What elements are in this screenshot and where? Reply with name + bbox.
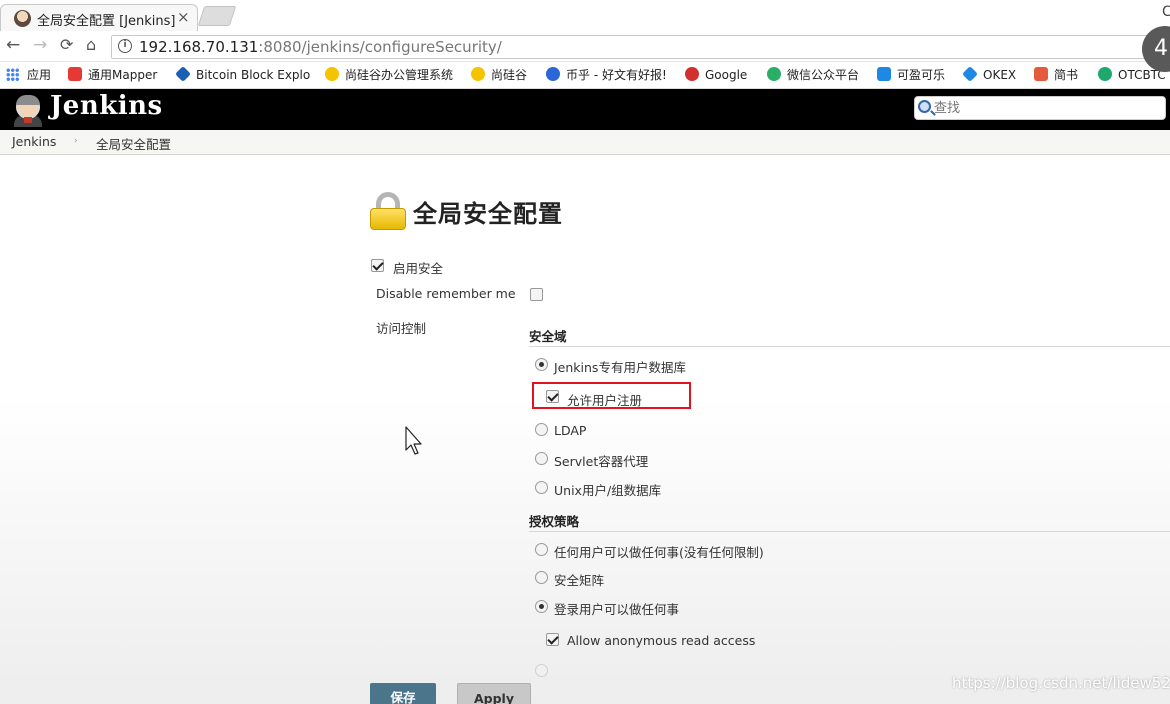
realm-jenkins-db-label: Jenkins专有用户数据库 xyxy=(554,360,686,375)
realm-unix-label: Unix用户/组数据库 xyxy=(554,483,662,498)
disable-remember-me-label: Disable remember me xyxy=(376,286,516,301)
disable-remember-me-checkbox[interactable] xyxy=(530,288,543,301)
apps-grid-icon xyxy=(6,68,19,81)
atguigu-icon xyxy=(471,67,485,81)
otcbtc-icon xyxy=(1098,67,1112,81)
bookmark-item[interactable]: Google xyxy=(685,67,747,83)
page-title: 全局安全配置 xyxy=(413,200,563,228)
tab-title: 全局安全配置 [Jenkins] xyxy=(37,14,176,29)
mapper-icon xyxy=(68,67,82,81)
mouse-cursor-icon xyxy=(405,426,422,455)
address-url: 192.168.70.131:8080/jenkins/configureSec… xyxy=(139,38,502,56)
bihu-icon xyxy=(546,67,560,81)
browser-toolbar: ← → ⟳ ⌂ i 192.168.70.131:8080/jenkins/co… xyxy=(0,31,1170,62)
allow-anonymous-read-label: Allow anonymous read access xyxy=(567,633,756,648)
jenkins-favicon-icon xyxy=(14,10,31,27)
search-input[interactable] xyxy=(934,99,1159,117)
new-tab-button[interactable] xyxy=(197,6,237,26)
atguigu-icon xyxy=(325,67,339,81)
bookmarks-bar: 应用 通用Mapper Bitcoin Block Explo 尚硅谷办公管理系… xyxy=(0,62,1170,89)
realm-servlet-radio[interactable] xyxy=(535,452,548,465)
apply-button[interactable]: Apply xyxy=(457,683,531,704)
browser-tab-strip: 全局安全配置 [Jenkins] × C xyxy=(0,0,1170,31)
section-divider xyxy=(529,346,1170,347)
padlock-icon xyxy=(370,192,406,230)
main-content: 全局安全配置 启用安全 Disable remember me 访问控制 安全域… xyxy=(0,156,1170,704)
browser-tab[interactable]: 全局安全配置 [Jenkins] × xyxy=(0,4,198,31)
watermark: https://blog.csdn.net/lidew521 xyxy=(952,674,1170,692)
access-control-label: 访问控制 xyxy=(376,321,427,336)
bookmark-item[interactable]: 尚硅谷办公管理系统 xyxy=(325,67,453,83)
bookmark-item[interactable]: 尚硅谷 xyxy=(471,67,527,83)
home-icon[interactable]: ⌂ xyxy=(86,36,96,54)
jianshu-icon xyxy=(1034,67,1048,81)
breadcrumb-separator-icon: › xyxy=(74,136,78,146)
realm-servlet-label: Servlet容器代理 xyxy=(554,454,649,469)
realm-unix-radio[interactable] xyxy=(535,481,548,494)
bookmark-item[interactable]: 简书 xyxy=(1034,67,1078,83)
google-icon xyxy=(685,67,699,81)
bookmark-item[interactable]: 通用Mapper xyxy=(68,67,157,83)
auth-anyone-radio[interactable] xyxy=(535,543,548,556)
bitcoin-explorer-icon xyxy=(175,66,191,82)
jenkins-header: Jenkins xyxy=(0,89,1170,130)
section-divider xyxy=(529,531,1170,532)
close-tab-icon[interactable]: × xyxy=(177,8,190,26)
realm-ldap-radio[interactable] xyxy=(535,423,548,436)
back-arrow-icon[interactable]: ← xyxy=(6,36,20,54)
site-info-icon[interactable]: i xyxy=(118,39,132,53)
auth-anyone-label: 任何用户可以做任何事(没有任何限制) xyxy=(554,545,764,560)
search-icon xyxy=(918,100,931,113)
jenkins-logo-text[interactable]: Jenkins xyxy=(50,91,163,121)
bookmark-item[interactable]: OKEX xyxy=(962,66,1016,83)
address-bar[interactable]: i 192.168.70.131:8080/jenkins/configureS… xyxy=(111,35,1161,59)
save-button[interactable]: 保存 xyxy=(370,683,436,704)
auth-matrix-label: 安全矩阵 xyxy=(554,573,605,588)
allow-signup-label: 允许用户注册 xyxy=(567,393,643,408)
breadcrumb: Jenkins › 全局安全配置 xyxy=(0,130,1170,155)
realm-jenkins-db-radio[interactable] xyxy=(535,358,548,371)
auth-logged-in-label: 登录用户可以做任何事 xyxy=(554,602,680,617)
auth-logged-in-radio[interactable] xyxy=(535,600,548,613)
bookmark-apps[interactable]: 应用 xyxy=(6,67,51,83)
auth-more-radio[interactable] xyxy=(535,664,548,677)
security-realm-heading: 安全域 xyxy=(529,329,567,344)
allow-anonymous-read-checkbox[interactable] xyxy=(546,633,559,646)
window-corner-text: C xyxy=(1162,4,1170,20)
enable-security-label: 启用安全 xyxy=(393,261,444,276)
bookmark-item[interactable]: 可盈可乐 xyxy=(877,67,945,83)
bookmark-item[interactable]: Bitcoin Block Explo xyxy=(175,66,310,83)
bookmark-item[interactable]: 微信公众平台 xyxy=(767,67,859,83)
okex-icon xyxy=(962,66,978,82)
allow-signup-checkbox[interactable] xyxy=(546,390,559,403)
keying-icon xyxy=(877,67,891,81)
bookmark-item[interactable]: 币乎 - 好文有好报! xyxy=(546,67,667,83)
auth-matrix-radio[interactable] xyxy=(535,571,548,584)
search-box[interactable] xyxy=(914,96,1166,120)
authorization-heading: 授权策略 xyxy=(529,514,580,529)
wechat-icon xyxy=(767,67,781,81)
breadcrumb-current[interactable]: 全局安全配置 xyxy=(96,134,171,153)
reload-icon[interactable]: ⟳ xyxy=(60,36,73,54)
enable-security-checkbox[interactable] xyxy=(371,259,384,272)
forward-arrow-icon[interactable]: → xyxy=(33,36,47,54)
jenkins-butler-icon[interactable] xyxy=(12,93,44,127)
realm-ldap-label: LDAP xyxy=(554,423,587,438)
breadcrumb-jenkins[interactable]: Jenkins xyxy=(12,134,56,149)
